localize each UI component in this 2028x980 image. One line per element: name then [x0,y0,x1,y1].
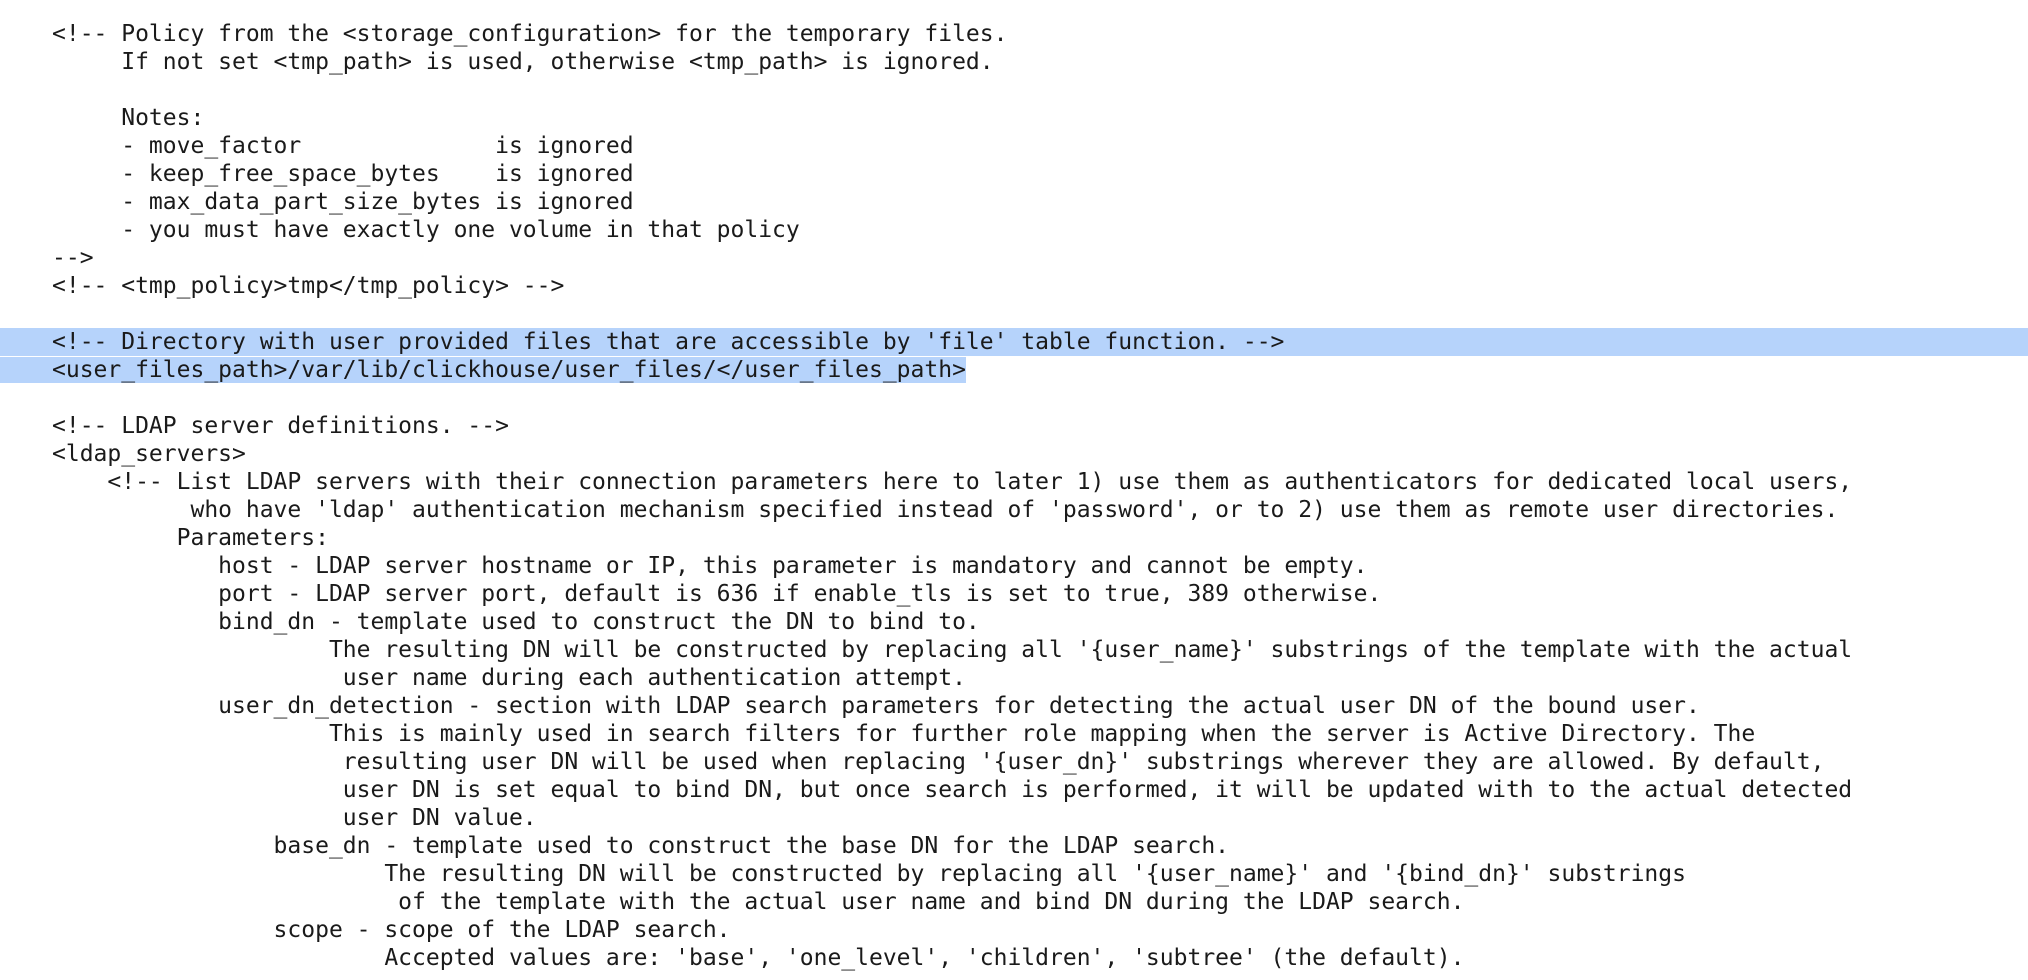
code-text: <!-- LDAP server definitions. --> [52,413,509,439]
code-text: The resulting DN will be constructed by … [52,861,1686,887]
code-line-29: user DN value. [0,804,2028,832]
code-text: resulting user DN will be used when repl… [52,749,1825,775]
code-line-10: <!-- <tmp_policy>tmp</tmp_policy> --> [0,272,2028,300]
code-line-26: This is mainly used in search filters fo… [0,720,2028,748]
code-text: The resulting DN will be constructed by … [52,637,1853,663]
code-text: user DN value. [52,805,537,831]
code-text: Accepted values are: 'base', 'one_level'… [52,945,1465,971]
code-text: scope - scope of the LDAP search. [52,917,731,943]
code-text: Parameters: [52,525,329,551]
code-line-9: --> [0,244,2028,272]
code-text: <!-- Policy from the <storage_configurat… [52,21,1008,47]
code-line-34: Accepted values are: 'base', 'one_level'… [0,944,2028,972]
code-line-4: Notes: [0,104,2028,132]
code-text: --> [52,245,94,271]
code-line-22: bind_dn - template used to construct the… [0,608,2028,636]
code-line-21: port - LDAP server port, default is 636 … [0,580,2028,608]
code-text: <!-- <tmp_policy>tmp</tmp_policy> --> [52,273,565,299]
code-text: - you must have exactly one volume in th… [52,217,800,243]
code-text: - move_factor is ignored [52,133,634,159]
code-text: user name during each authentication att… [52,665,966,691]
code-text: who have 'ldap' authentication mechanism… [52,497,1839,523]
code-text: - keep_free_space_bytes is ignored [52,161,634,187]
code-line-20: host - LDAP server hostname or IP, this … [0,552,2028,580]
code-text: user_dn_detection - section with LDAP se… [52,693,1700,719]
code-text: <user_files_path>/var/lib/clickhouse/use… [52,357,966,383]
code-text: <!-- Directory with user provided files … [52,329,1285,355]
code-text: bind_dn - template used to construct the… [52,609,980,635]
code-line-15: <!-- LDAP server definitions. --> [0,412,2028,440]
code-text: Notes: [52,105,205,131]
code-line-24: user name during each authentication att… [0,664,2028,692]
code-line-1: <!-- Policy from the <storage_configurat… [0,20,2028,48]
code-line-2: If not set <tmp_path> is used, otherwise… [0,48,2028,76]
code-text: port - LDAP server port, default is 636 … [52,581,1382,607]
code-line-30: base_dn - template used to construct the… [0,832,2028,860]
code-line-7: - max_data_part_size_bytes is ignored [0,188,2028,216]
code-line-16: <ldap_servers> [0,440,2028,468]
code-text: If not set <tmp_path> is used, otherwise… [52,49,994,75]
code-text: <ldap_servers> [52,441,246,467]
code-line-13-selected: <user_files_path>/var/lib/clickhouse/use… [0,356,2028,384]
code-line-32: of the template with the actual user nam… [0,888,2028,916]
code-line-25: user_dn_detection - section with LDAP se… [0,692,2028,720]
code-editor[interactable]: <!-- Policy from the <storage_configurat… [0,20,2028,972]
code-line-8: - you must have exactly one volume in th… [0,216,2028,244]
code-line-5: - move_factor is ignored [0,132,2028,160]
code-line-28: user DN is set equal to bind DN, but onc… [0,776,2028,804]
code-text: of the template with the actual user nam… [52,889,1465,915]
code-text: <!-- List LDAP servers with their connec… [52,469,1853,495]
code-text: This is mainly used in search filters fo… [52,721,1756,747]
code-text: base_dn - template used to construct the… [52,833,1230,859]
code-line-17: <!-- List LDAP servers with their connec… [0,468,2028,496]
code-line-33: scope - scope of the LDAP search. [0,916,2028,944]
code-text: - max_data_part_size_bytes is ignored [52,189,634,215]
code-text: user DN is set equal to bind DN, but onc… [52,777,1853,803]
code-line-6: - keep_free_space_bytes is ignored [0,160,2028,188]
code-line-23: The resulting DN will be constructed by … [0,636,2028,664]
code-text: host - LDAP server hostname or IP, this … [52,553,1368,579]
code-line-19: Parameters: [0,524,2028,552]
code-line-31: The resulting DN will be constructed by … [0,860,2028,888]
code-line-18: who have 'ldap' authentication mechanism… [0,496,2028,524]
code-line-27: resulting user DN will be used when repl… [0,748,2028,776]
code-line-12-selected: <!-- Directory with user provided files … [0,328,2028,356]
